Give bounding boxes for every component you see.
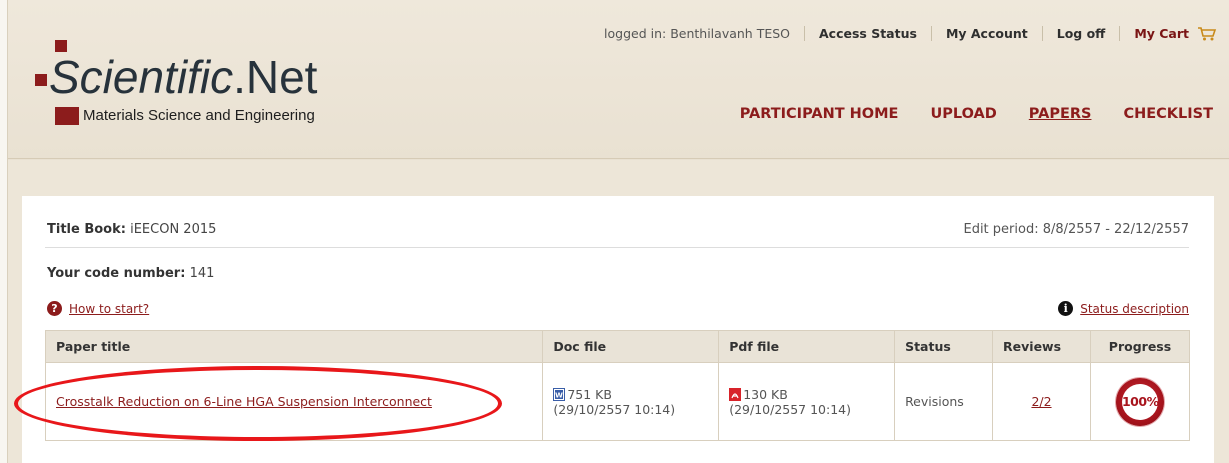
paper-title-cell: Crosstalk Reduction on 6-Line HGA Suspen… <box>44 362 544 441</box>
log-off-link[interactable]: Log off <box>1057 26 1106 41</box>
papers-table: Paper title Doc file Pdf file Status Rev… <box>44 330 1191 441</box>
col-progress: Progress <box>1089 330 1191 363</box>
pdf-file-size: 130 KB <box>743 386 788 402</box>
separator <box>930 26 932 41</box>
col-paper-title: Paper title <box>44 330 544 363</box>
svg-text:W: W <box>555 391 563 399</box>
how-to-start-link[interactable]: How to start? <box>69 302 149 316</box>
progress-badge: 100% <box>1115 377 1164 426</box>
cart-icon[interactable] <box>1197 26 1217 41</box>
header-divider <box>8 158 1229 159</box>
separator <box>1119 26 1121 41</box>
code-number-label: Your code number: <box>47 266 186 281</box>
status-description-link[interactable]: Status description <box>1080 302 1189 316</box>
logo-name-rest: .Net <box>233 51 318 103</box>
logged-in-text: logged in: Benthilavanh TESO <box>604 26 790 41</box>
col-doc-file: Doc file <box>542 330 720 363</box>
help-icon: ? <box>47 301 62 316</box>
col-status: Status <box>894 330 994 363</box>
paper-title-link[interactable]: Crosstalk Reduction on 6-Line HGA Suspen… <box>56 394 432 409</box>
progress-value: 100% <box>1121 383 1159 420</box>
nav-participant-home[interactable]: PARTICIPANT HOME <box>740 106 899 122</box>
status-description[interactable]: i Status description <box>1058 301 1189 316</box>
info-icon: i <box>1058 301 1074 316</box>
my-cart-link[interactable]: My Cart <box>1134 26 1189 41</box>
code-number: Your code number: 141 <box>47 266 214 281</box>
code-number-value: 141 <box>189 266 215 281</box>
edit-period: Edit period: 8/8/2557 - 22/12/2557 <box>963 222 1189 237</box>
title-book-label: Title Book: <box>47 222 126 237</box>
reviews-cell: 2/2 <box>992 362 1091 441</box>
my-account-link[interactable]: My Account <box>946 26 1028 41</box>
logo-mark-mid <box>35 74 47 86</box>
table-header-row: Paper title Doc file Pdf file Status Rev… <box>44 330 1191 363</box>
table-row: Crosstalk Reduction on 6-Line HGA Suspen… <box>44 362 1191 441</box>
col-pdf-file: Pdf file <box>718 330 896 363</box>
word-doc-icon[interactable]: W <box>553 387 566 401</box>
nav-upload[interactable]: UPLOAD <box>930 106 996 122</box>
site-logo[interactable]: Scientific.Net <box>49 52 317 102</box>
logo-name-italic: Scientific <box>49 51 234 103</box>
main-nav: PARTICIPANT HOME UPLOAD PAPERS CHECKLIST <box>708 106 1213 122</box>
title-book-value: iEECON 2015 <box>130 222 217 237</box>
status-cell: Revisions <box>894 362 994 441</box>
col-reviews: Reviews <box>992 330 1091 363</box>
doc-file-size: 751 KB <box>567 386 612 402</box>
title-book: Title Book: iEECON 2015 <box>47 222 216 237</box>
nav-checklist[interactable]: CHECKLIST <box>1123 106 1213 122</box>
doc-file-date: (29/10/2557 10:14) <box>553 401 676 417</box>
progress-cell: 100% <box>1089 362 1191 441</box>
nav-papers[interactable]: PAPERS <box>1029 106 1092 122</box>
top-links: logged in: Benthilavanh TESO Access Stat… <box>604 26 1217 41</box>
doc-file-cell[interactable]: W 751 KB (29/10/2557 10:14) <box>542 362 720 441</box>
pdf-icon[interactable] <box>729 387 742 401</box>
access-status-link[interactable]: Access Status <box>819 26 917 41</box>
separator <box>1041 26 1043 41</box>
panel-divider <box>45 247 1189 248</box>
logo-subtitle: Materials Science and Engineering <box>83 107 315 124</box>
reviews-link[interactable]: 2/2 <box>1031 394 1051 409</box>
logo-mark-low <box>55 107 79 125</box>
pdf-file-date: (29/10/2557 10:14) <box>729 401 851 417</box>
pdf-file-cell[interactable]: 130 KB (29/10/2557 10:14) <box>718 362 896 441</box>
papers-panel: Title Book: iEECON 2015 Edit period: 8/8… <box>22 196 1214 463</box>
separator <box>804 26 805 41</box>
page-edge <box>0 0 8 463</box>
how-to-start[interactable]: ? How to start? <box>47 301 149 316</box>
